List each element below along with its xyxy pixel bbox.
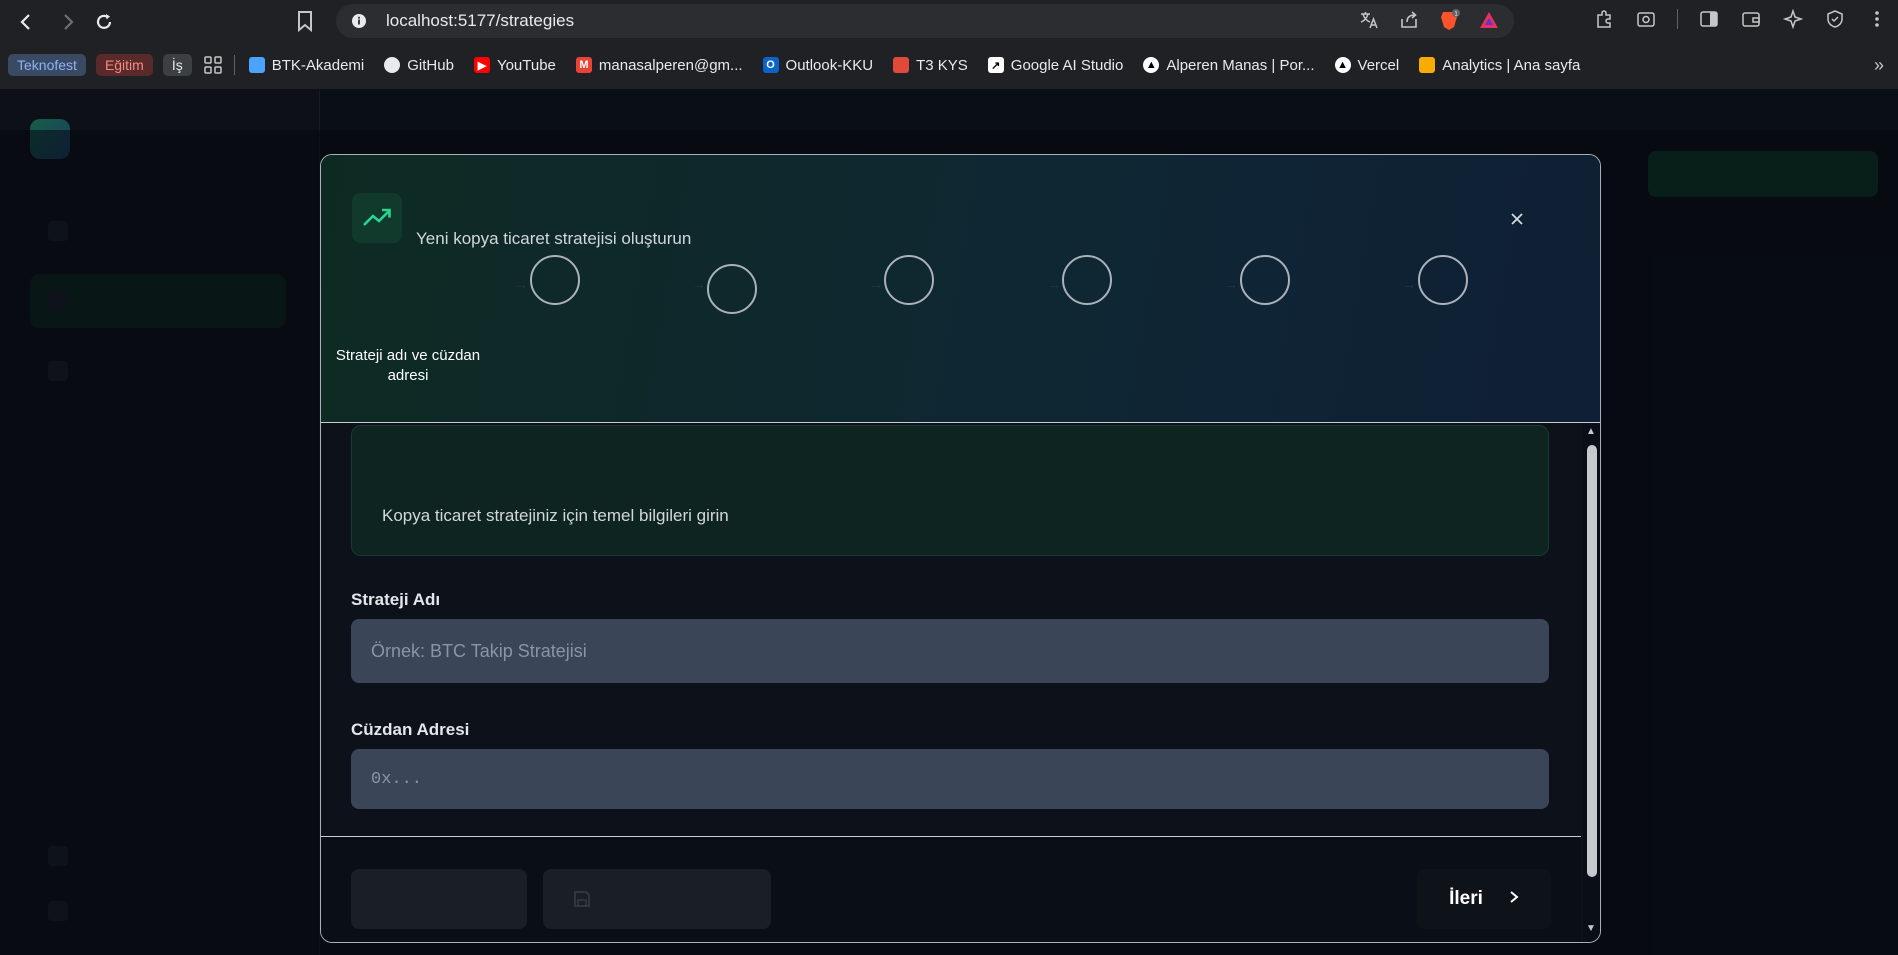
analytics-icon bbox=[1419, 57, 1436, 73]
step-indicator bbox=[1418, 255, 1468, 305]
step-info-card: Kopya ticaret stratejiniz için temel bil… bbox=[351, 425, 1549, 556]
wallet-address-label: Cüzdan Adresi bbox=[351, 720, 470, 739]
step-indicator bbox=[884, 255, 934, 305]
bookmark-gmail[interactable]: Mmanasalperen@gm... bbox=[575, 56, 743, 74]
bookmark-label: T3 KYS bbox=[916, 56, 968, 74]
menu-icon[interactable] bbox=[1866, 8, 1888, 30]
wallet-address-input[interactable]: 0x... bbox=[351, 749, 1549, 809]
brave-rewards-icon[interactable] bbox=[1478, 9, 1500, 31]
ai-studio-icon: ↗ bbox=[987, 57, 1004, 73]
back-icon[interactable] bbox=[12, 8, 40, 36]
reload-icon[interactable] bbox=[90, 8, 118, 36]
more-bookmarks-icon[interactable]: » bbox=[1874, 55, 1884, 76]
leo-ai-icon[interactable] bbox=[1782, 8, 1804, 30]
bookmark-github[interactable]: GitHub bbox=[384, 57, 454, 74]
share-icon[interactable] bbox=[1398, 9, 1420, 31]
next-button[interactable]: İleri bbox=[1417, 869, 1551, 929]
strategy-name-input[interactable]: Örnek: BTC Takip Stratejisi bbox=[351, 619, 1549, 683]
btk-icon bbox=[248, 57, 265, 73]
sidebar-toggle-icon[interactable] bbox=[1698, 8, 1720, 30]
step-description: Strateji adı ve cüzdan adresi bbox=[335, 347, 481, 384]
step-indicator bbox=[707, 264, 757, 314]
bookmark-outlook[interactable]: O Outlook-KKU bbox=[762, 56, 874, 74]
wallet-address-placeholder: 0x... bbox=[371, 769, 423, 789]
info-description: Kopya ticaret stratejiniz için temel bil… bbox=[382, 506, 729, 525]
bookmark-portfolio[interactable]: ▲ Alperen Manas | Por... bbox=[1143, 56, 1315, 74]
step-indicator bbox=[1062, 255, 1112, 305]
step-4[interactable] bbox=[829, 255, 989, 305]
step-indicator bbox=[530, 255, 580, 305]
forward-icon[interactable] bbox=[54, 8, 82, 36]
vercel-icon: ▲ bbox=[1143, 57, 1160, 73]
bookmark-label: Vercel bbox=[1357, 56, 1400, 74]
bookmark-folder-teknofest[interactable]: Teknofest bbox=[8, 54, 86, 76]
step-3[interactable] bbox=[652, 264, 812, 314]
bookmark-label: Analytics | Ana sayfa bbox=[1442, 56, 1581, 74]
bookmark-label: BTK-Akademi bbox=[271, 56, 365, 74]
translate-icon[interactable] bbox=[1358, 9, 1380, 31]
youtube-icon: ▶ bbox=[473, 57, 490, 73]
load-draft-button[interactable] bbox=[351, 869, 527, 929]
bookmark-label: YouTube bbox=[496, 56, 556, 74]
wallet-icon[interactable] bbox=[1740, 8, 1762, 30]
bookmarks-divider bbox=[233, 55, 235, 75]
bookmark-label: GitHub bbox=[407, 56, 454, 74]
scrollbar-thumb[interactable] bbox=[1587, 445, 1597, 877]
github-icon bbox=[384, 57, 401, 73]
bookmark-page-icon[interactable] bbox=[296, 10, 316, 33]
extensions-icon[interactable] bbox=[1593, 8, 1615, 30]
strategy-name-placeholder: Örnek: BTC Takip Stratejisi bbox=[371, 640, 587, 661]
t3-icon bbox=[893, 57, 910, 73]
save-icon bbox=[573, 890, 591, 913]
scroll-up-icon[interactable]: ▲ bbox=[1584, 426, 1598, 440]
modal-footer: İleri bbox=[321, 836, 1581, 942]
browser-tools bbox=[1593, 8, 1888, 30]
browser-chrome: localhost:5177/strategies 1 Teknofest Eğ… bbox=[0, 0, 1898, 89]
step-6[interactable] bbox=[1185, 255, 1345, 305]
gmail-icon: M bbox=[575, 57, 592, 73]
step-indicator bbox=[1240, 255, 1290, 305]
bookmark-label: Alperen Manas | Por... bbox=[1166, 56, 1315, 74]
scroll-down-icon[interactable]: ▼ bbox=[1584, 923, 1598, 937]
bookmark-folder-is[interactable]: İş bbox=[162, 54, 192, 76]
bookmark-analytics[interactable]: Analytics | Ana sayfa bbox=[1419, 57, 1580, 74]
step-1[interactable]: Strateji adı ve cüzdan adresi bbox=[328, 255, 488, 386]
address-bar[interactable]: localhost:5177/strategies 1 bbox=[336, 4, 1514, 38]
outlook-icon: O bbox=[762, 57, 779, 73]
brave-shields-icon[interactable]: 1 bbox=[1438, 9, 1460, 31]
strategy-name-label: Strateji Adı bbox=[351, 590, 441, 609]
trending-up-icon bbox=[352, 193, 402, 243]
site-info-icon[interactable] bbox=[348, 10, 370, 32]
create-strategy-modal: Yeni kopya ticaret stratejisi oluşturun … bbox=[320, 154, 1601, 943]
save-draft-button[interactable] bbox=[543, 869, 771, 929]
bookmark-t3-kys[interactable]: T3 KYS bbox=[893, 57, 968, 74]
step-5[interactable] bbox=[1007, 255, 1167, 305]
modal-header: Yeni kopya ticaret stratejisi oluşturun … bbox=[321, 155, 1600, 423]
chevron-right-icon bbox=[1509, 888, 1519, 910]
next-button-label: İleri bbox=[1449, 888, 1483, 909]
bookmarks-bar: Teknofest Eğitim İş BTK-Akademi GitHub ▶… bbox=[0, 45, 1898, 85]
step-7[interactable] bbox=[1363, 255, 1523, 305]
address-bar-actions: 1 bbox=[1358, 9, 1500, 31]
apps-grid-icon[interactable] bbox=[202, 54, 224, 76]
modal-subtitle: Yeni kopya ticaret stratejisi oluşturun bbox=[416, 229, 692, 248]
modal-body: Kopya ticaret stratejiniz için temel bil… bbox=[321, 423, 1581, 836]
bookmark-google-ai-studio[interactable]: ↗ Google AI Studio bbox=[987, 56, 1124, 74]
screenshot-icon[interactable] bbox=[1635, 8, 1657, 30]
bookmark-youtube[interactable]: ▶ YouTube bbox=[473, 56, 556, 74]
toolbar-divider bbox=[1677, 9, 1678, 29]
browser-toolbar: localhost:5177/strategies 1 bbox=[0, 0, 1898, 43]
bookmark-vercel[interactable]: ▲ Vercel bbox=[1334, 56, 1400, 74]
bookmark-label: Outlook-KKU bbox=[785, 56, 874, 74]
bookmark-btk-akademi[interactable]: BTK-Akademi bbox=[248, 56, 365, 74]
vercel-icon: ▲ bbox=[1334, 57, 1351, 73]
step-2[interactable] bbox=[475, 255, 635, 305]
bookmark-folder-egitim[interactable]: Eğitim bbox=[95, 54, 153, 76]
close-icon[interactable] bbox=[1503, 205, 1531, 233]
bookmark-label: manasalperen@gm... bbox=[598, 56, 743, 74]
vpn-icon[interactable] bbox=[1824, 8, 1846, 30]
bookmark-label: Google AI Studio bbox=[1010, 56, 1124, 74]
step-indicator bbox=[383, 255, 433, 305]
url-text[interactable]: localhost:5177/strategies bbox=[386, 11, 574, 31]
